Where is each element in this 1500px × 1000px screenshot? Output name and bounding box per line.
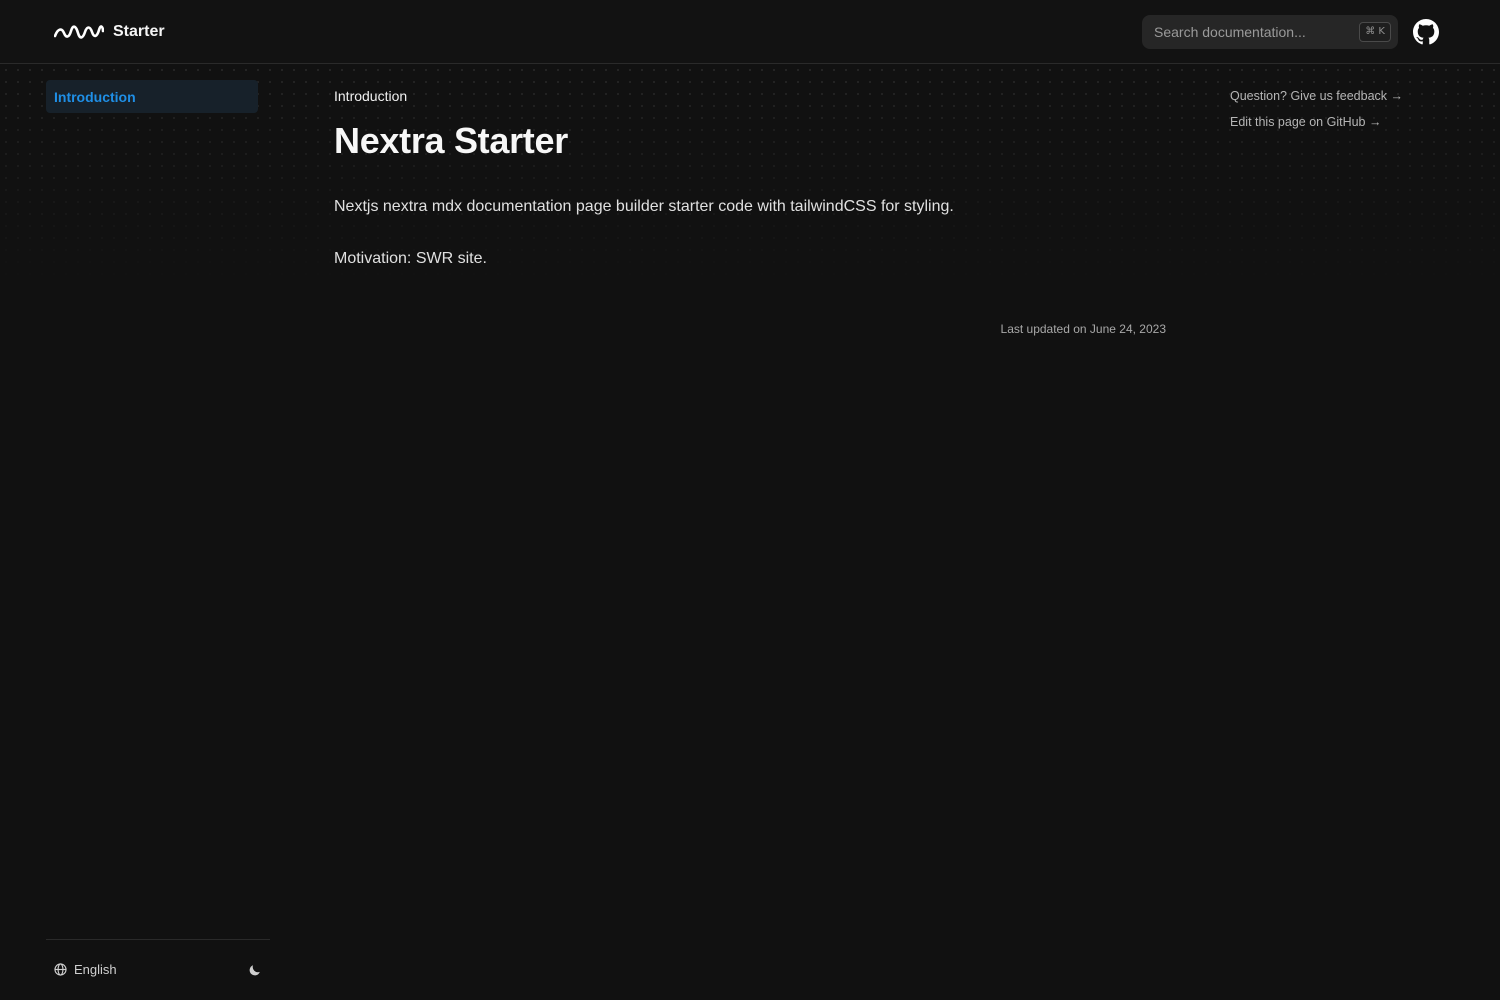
last-updated-text: Last updated on June 24, 2023 — [1000, 322, 1166, 336]
language-label: English — [74, 962, 117, 977]
edit-on-github-link[interactable]: Edit this page on GitHub → — [1230, 115, 1381, 129]
theme-toggle-button[interactable] — [248, 963, 264, 979]
brand-name: Starter — [113, 23, 165, 40]
globe-icon — [54, 963, 67, 976]
github-icon — [1413, 19, 1439, 45]
sidebar-item-label: Introduction — [54, 88, 136, 105]
search-box[interactable]: ⌘ K — [1142, 15, 1398, 49]
moon-icon — [249, 965, 260, 976]
sidebar-item-introduction[interactable]: Introduction — [46, 80, 258, 113]
intro-paragraph: Nextjs nextra mdx documentation page bui… — [334, 198, 954, 215]
sidebar-footer: English — [46, 939, 270, 1000]
motivation-paragraph: Motivation: SWR site. — [334, 250, 487, 267]
feedback-link[interactable]: Question? Give us feedback → — [1230, 89, 1403, 103]
search-shortcut-badge: ⌘ K — [1359, 22, 1391, 42]
top-navbar: Starter ⌘ K — [0, 0, 1500, 64]
breadcrumb: Introduction — [334, 88, 408, 104]
swr-wave-logo-icon — [54, 25, 104, 39]
github-link[interactable] — [1413, 19, 1439, 45]
language-selector[interactable]: English — [54, 962, 117, 977]
search-input[interactable] — [1142, 15, 1342, 49]
page-title: Nextra Starter — [334, 120, 568, 161]
home-logo-link[interactable]: Starter — [54, 20, 165, 44]
